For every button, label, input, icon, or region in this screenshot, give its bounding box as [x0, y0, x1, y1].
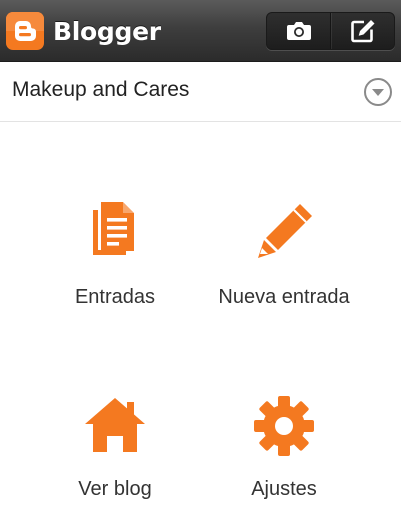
camera-icon	[286, 22, 311, 40]
top-bar: Blogger	[0, 0, 401, 62]
compose-button[interactable]	[330, 13, 394, 49]
gear-icon	[254, 396, 314, 456]
blog-selector[interactable]: Makeup and Cares	[0, 62, 401, 122]
blogger-app: Blogger Makeup and Cares Entradas Nueva …	[0, 0, 401, 514]
home-icon	[85, 398, 145, 452]
settings-label: Ajustes	[251, 478, 317, 500]
brand: Blogger	[6, 12, 161, 50]
blogger-logo-icon	[6, 12, 44, 50]
posts-icon	[93, 202, 134, 255]
app-title: Blogger	[53, 16, 161, 46]
chevron-down-circle-icon[interactable]	[363, 77, 393, 107]
camera-button[interactable]	[267, 13, 330, 49]
settings-action[interactable]: Ajustes	[184, 392, 384, 501]
new-post-label: Nueva entrada	[218, 286, 350, 308]
compose-icon	[350, 20, 374, 43]
new-post-action[interactable]: Nueva entrada	[184, 200, 384, 309]
selected-blog-name: Makeup and Cares	[12, 78, 190, 101]
header-toolbar	[266, 12, 395, 50]
pencil-icon	[258, 204, 312, 258]
